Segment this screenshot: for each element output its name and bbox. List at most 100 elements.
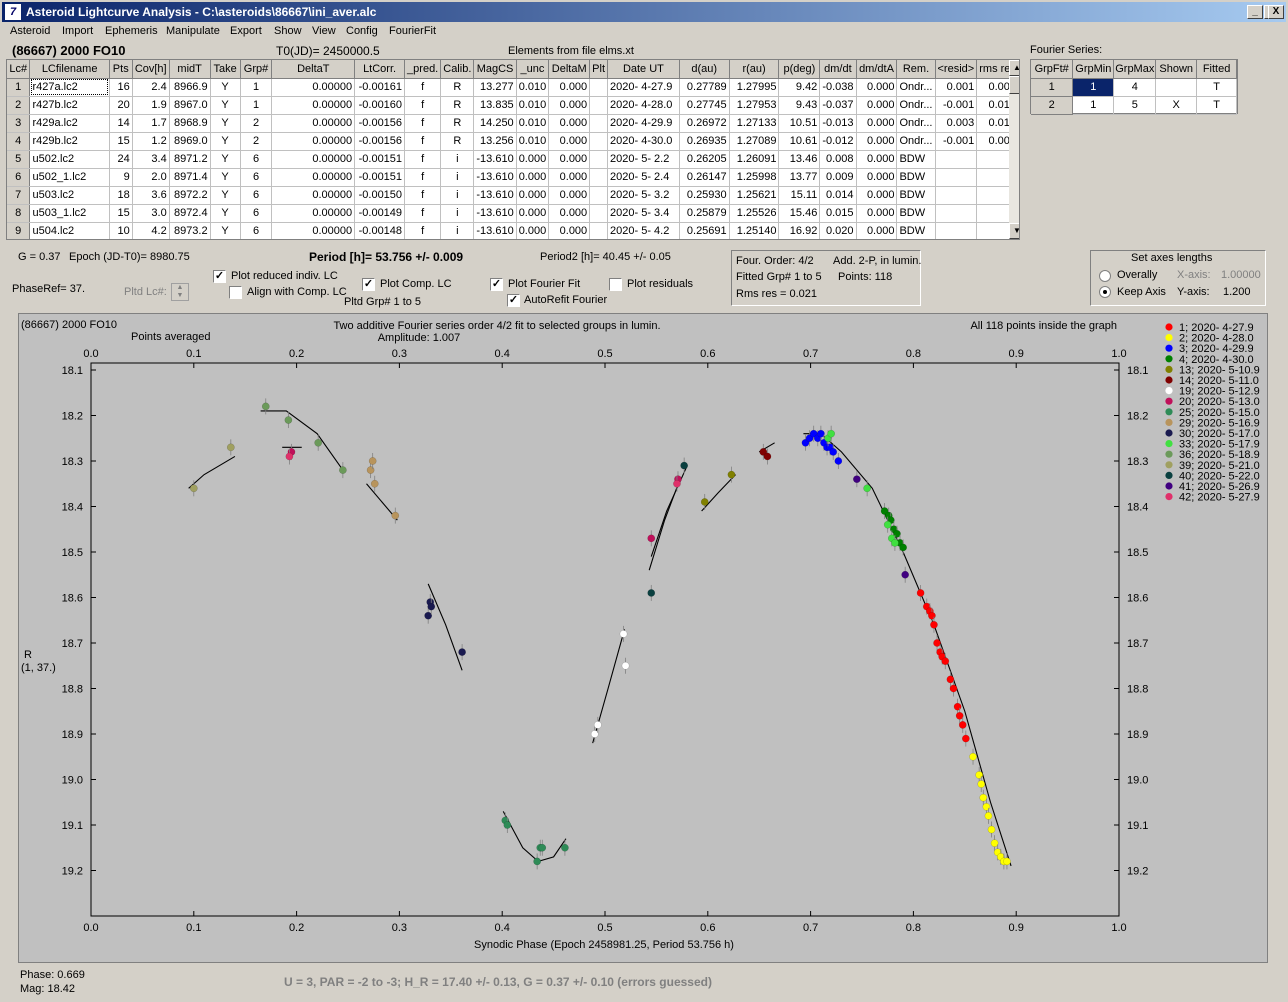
x-axis-value[interactable]: 1.00000 <box>1221 269 1261 281</box>
column-header[interactable]: Pts <box>109 60 133 79</box>
table-cell[interactable]: Y <box>210 186 241 205</box>
table-cell[interactable]: -0.001 <box>935 132 978 151</box>
column-header[interactable]: DeltaT <box>271 60 356 79</box>
table-cell[interactable]: -0.00156 <box>354 132 406 151</box>
table-scrollbar[interactable]: ▲ ▼ <box>1009 60 1019 239</box>
autorefit-checkbox[interactable]: ✓ <box>507 294 520 307</box>
table-cell[interactable]: 0.014 <box>819 186 857 205</box>
table-cell[interactable]: 2020- 4-28.0 <box>607 96 680 115</box>
scroll-up-icon[interactable]: ▲ <box>1009 60 1019 76</box>
table-cell[interactable]: 1 <box>240 78 273 97</box>
table-cell[interactable]: 0.000 <box>856 114 898 133</box>
table-cell[interactable] <box>589 96 609 115</box>
column-header[interactable]: midT <box>169 60 211 79</box>
table-cell[interactable]: Y <box>210 168 241 187</box>
table-cell[interactable]: 6 <box>240 150 273 169</box>
column-header[interactable]: MagCS <box>473 60 517 79</box>
table-cell[interactable]: -0.00156 <box>354 114 406 133</box>
table-cell[interactable]: 14.250 <box>473 114 517 133</box>
table-cell[interactable]: 0.000 <box>856 150 898 169</box>
table-cell[interactable] <box>935 150 978 169</box>
table-cell[interactable]: 13.46 <box>778 150 821 169</box>
table-cell[interactable]: i <box>440 168 475 187</box>
column-header[interactable]: LCfilename <box>29 60 110 79</box>
column-header[interactable]: dm/dtA <box>856 60 898 79</box>
table-cell[interactable]: f <box>404 78 442 97</box>
fourier-cell[interactable] <box>1155 78 1198 97</box>
table-cell[interactable]: 1.27995 <box>729 78 780 97</box>
table-cell[interactable]: 0.001 <box>935 78 978 97</box>
table-cell[interactable]: 0.000 <box>548 96 591 115</box>
table-cell[interactable]: 13.835 <box>473 96 517 115</box>
table-cell[interactable]: 1.9 <box>132 96 170 115</box>
table-cell[interactable]: 0.26147 <box>679 168 730 187</box>
table-cell[interactable]: R <box>440 114 475 133</box>
table-cell[interactable]: 8 <box>7 204 31 223</box>
table-cell[interactable]: Ondr... <box>896 78 936 97</box>
table-cell[interactable]: -0.00148 <box>354 222 406 239</box>
table-cell[interactable]: 0.000 <box>548 186 591 205</box>
table-cell[interactable]: 0.26935 <box>679 132 730 151</box>
table-cell[interactable]: 2.0 <box>132 168 170 187</box>
table-cell[interactable]: i <box>440 150 475 169</box>
table-cell[interactable]: 15.11 <box>778 186 821 205</box>
table-cell[interactable]: 0.25691 <box>679 222 730 239</box>
comp-lc-checkbox[interactable]: ✓ <box>362 278 375 291</box>
column-header[interactable]: Lc# <box>7 60 31 79</box>
table-cell[interactable]: 0.00000 <box>271 114 356 133</box>
table-cell[interactable]: 0.00000 <box>271 168 356 187</box>
table-cell[interactable]: -13.610 <box>473 204 517 223</box>
table-cell[interactable]: R <box>440 78 475 97</box>
fourier-cell[interactable]: T <box>1196 78 1237 97</box>
table-cell[interactable]: 0.00000 <box>271 222 356 239</box>
table-cell[interactable]: -0.037 <box>819 96 857 115</box>
table-row[interactable]: 4 r429b.lc2 15 1.2 8969.0 Y 2 0.00000 -0.00156 f R… <box>7 132 1019 151</box>
table-cell[interactable]: 2020- 5- 3.2 <box>607 186 680 205</box>
fourier-fit-checkbox[interactable]: ✓ <box>490 278 503 291</box>
fourier-row[interactable]: 215XT <box>1031 96 1237 115</box>
fourier-cell[interactable]: 4 <box>1113 78 1157 97</box>
table-cell[interactable]: 13.277 <box>473 78 517 97</box>
table-cell[interactable]: f <box>404 150 442 169</box>
table-cell[interactable]: -0.00161 <box>354 78 406 97</box>
table-cell[interactable]: Ondr... <box>896 114 936 133</box>
table-cell[interactable]: Y <box>210 204 241 223</box>
menu-config[interactable]: Config <box>346 25 378 37</box>
minimize-btn[interactable]: _ <box>1247 5 1263 19</box>
table-cell[interactable]: 0.00000 <box>271 186 356 205</box>
table-cell[interactable] <box>589 168 609 187</box>
table-cell[interactable]: -13.610 <box>473 186 517 205</box>
column-header[interactable]: _pred. <box>404 60 442 79</box>
table-cell[interactable]: 16.92 <box>778 222 821 239</box>
table-cell[interactable]: 0.00000 <box>271 150 356 169</box>
table-cell[interactable]: f <box>404 186 442 205</box>
table-row[interactable]: 1 r427a.lc2 16 2.4 8966.9 Y 1 0.00000 -0.00161 f R… <box>7 78 1019 97</box>
table-cell[interactable]: 0.26972 <box>679 114 730 133</box>
table-cell[interactable] <box>589 186 609 205</box>
menu-import[interactable]: Import <box>62 25 93 37</box>
fourier-column-header[interactable]: Fitted <box>1196 60 1237 79</box>
table-cell[interactable]: -0.00160 <box>354 96 406 115</box>
table-cell[interactable]: 6 <box>240 168 273 187</box>
table-cell[interactable]: 2020- 5- 3.4 <box>607 204 680 223</box>
table-cell[interactable]: 0.000 <box>516 168 550 187</box>
table-cell[interactable]: 10.51 <box>778 114 821 133</box>
table-row[interactable]: 2 r427b.lc2 20 1.9 8967.0 Y 1 0.00000 -0.00160 f R… <box>7 96 1019 115</box>
table-cell[interactable]: i <box>440 186 475 205</box>
column-header[interactable]: LtCorr. <box>354 60 406 79</box>
table-cell[interactable]: 0.009 <box>819 168 857 187</box>
column-header[interactable]: DeltaM <box>548 60 591 79</box>
table-cell[interactable]: Y <box>210 96 241 115</box>
table-cell[interactable]: 15.46 <box>778 204 821 223</box>
residuals-checkbox[interactable] <box>609 278 622 291</box>
table-cell[interactable]: u503.lc2 <box>29 186 110 205</box>
table-cell[interactable]: 0.003 <box>935 114 978 133</box>
table-cell[interactable]: 0.008 <box>819 150 857 169</box>
table-cell[interactable]: 8971.4 <box>169 168 211 187</box>
table-cell[interactable]: 8968.9 <box>169 114 211 133</box>
table-cell[interactable]: u504.lc2 <box>29 222 110 239</box>
table-cell[interactable]: 0.000 <box>856 222 898 239</box>
table-cell[interactable]: -0.012 <box>819 132 857 151</box>
table-cell[interactable]: Y <box>210 150 241 169</box>
table-row[interactable]: 5 u502.lc2 24 3.4 8971.2 Y 6 0.00000 -0.00151 f i -… <box>7 150 1019 169</box>
